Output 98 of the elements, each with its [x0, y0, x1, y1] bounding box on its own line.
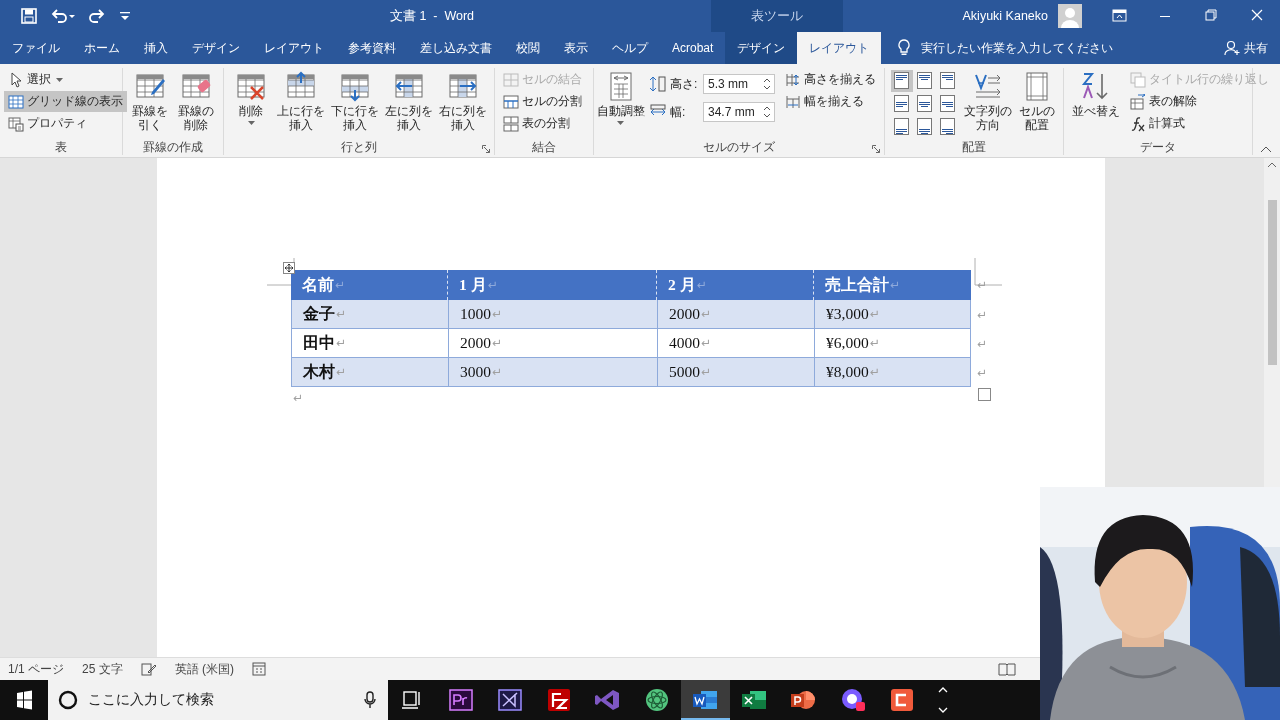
ribbon-tab[interactable]: 校閲	[504, 32, 552, 64]
group-label: 配置	[962, 139, 986, 155]
table-cell: 1000↵	[448, 300, 657, 329]
dialog-launcher-icon[interactable]	[872, 145, 880, 153]
table-cell: 木村↵	[291, 358, 448, 387]
word-count[interactable]: 25 文字	[82, 660, 123, 678]
column-header: 1 月↵	[448, 270, 657, 300]
table-cell: ¥6,000↵	[814, 329, 971, 358]
ribbon-button[interactable]: 文字列の 方向	[963, 68, 1013, 134]
table-cell: 4000↵	[657, 329, 814, 358]
ribbon-button[interactable]: 上に行を 挿入	[275, 68, 327, 134]
ribbon-tab[interactable]: ヘルプ	[600, 32, 660, 64]
language[interactable]: 英語 (米国)	[174, 660, 235, 678]
group-label: 結合	[532, 139, 556, 155]
ribbon-button[interactable]: プロパティ	[4, 113, 127, 134]
macro-icon[interactable]	[252, 662, 267, 676]
table-cell: 金子↵	[291, 300, 448, 329]
group-label: 行と列	[341, 139, 377, 155]
field-label: 高さ:	[670, 75, 699, 93]
group-label: データ	[1140, 139, 1176, 155]
customize-icon[interactable]	[119, 10, 131, 22]
group-label: 罫線の作成	[143, 139, 203, 155]
end-of-row-mark: ↵	[976, 277, 988, 294]
ribbon-button[interactable]: 並べ替え	[1068, 68, 1124, 120]
microphone-icon	[364, 691, 376, 709]
ribbon-button[interactable]: 罫線を 引く	[128, 68, 172, 134]
margin-mark	[974, 258, 1002, 286]
ribbon-button[interactable]: 削除	[229, 68, 273, 127]
scroll-thumb[interactable]	[1267, 200, 1277, 365]
end-of-row-mark: ↵	[976, 364, 988, 382]
undo-icon[interactable]	[51, 8, 75, 24]
document-app-icon[interactable]	[681, 680, 730, 720]
ribbon-button[interactable]: 選択	[4, 69, 127, 90]
group-label: 表	[55, 139, 67, 155]
column-header: 名前↵	[291, 270, 448, 300]
table-cell: ¥3,000↵	[814, 300, 971, 329]
table-cell: 5000↵	[657, 358, 814, 387]
ribbon-button[interactable]: 表の分割	[499, 113, 586, 134]
window-title: 文書 1 - Word	[388, 7, 476, 25]
ribbon-tab[interactable]: デザイン	[180, 32, 252, 64]
ribbon-tab[interactable]: ファイル	[0, 32, 72, 64]
ribbon-tab[interactable]: 参考資料	[336, 32, 408, 64]
field-label: 幅:	[670, 103, 687, 121]
ribbon-button[interactable]: 右に列を 挿入	[437, 68, 489, 134]
ribbon-tab[interactable]: Acrobat	[660, 32, 726, 64]
proofing-icon[interactable]	[140, 662, 157, 676]
lightbulb-icon	[897, 39, 912, 57]
page-count[interactable]: 1/1 ページ	[8, 660, 64, 678]
ribbon-tab[interactable]: レイアウト	[797, 32, 882, 64]
spin-field[interactable]: 5.3 mm	[703, 74, 775, 94]
ribbon-tab[interactable]: 差し込み文書	[408, 32, 504, 64]
user-name[interactable]: Akiyuki Kaneko	[962, 9, 1048, 23]
ribbon-button[interactable]: 幅を揃える	[781, 91, 880, 112]
ribbon-button[interactable]: セルの分割	[499, 91, 586, 112]
table-cell: 2000↵	[448, 329, 657, 358]
column-header: 売上合計↵	[814, 270, 971, 300]
ribbon-button[interactable]: 高さを揃える	[781, 69, 880, 90]
redo-icon[interactable]	[89, 8, 105, 24]
table-cell: 2000↵	[657, 300, 814, 329]
ribbon-button[interactable]: 自動調整	[598, 68, 643, 127]
ribbon-button[interactable]: 計算式	[1126, 113, 1273, 134]
share-button[interactable]: 共有	[1224, 32, 1280, 64]
read-mode-icon[interactable]	[998, 662, 1016, 676]
person-add-icon	[1224, 40, 1240, 56]
group-label: セルのサイズ	[703, 139, 775, 155]
ribbon-tab[interactable]: 表示	[552, 32, 600, 64]
table-resize-handle[interactable]	[978, 388, 991, 401]
end-of-row-mark: ↵	[976, 306, 988, 324]
row-height-icon	[649, 75, 667, 93]
ribbon-button[interactable]: 下に行を 挿入	[329, 68, 381, 134]
column-header: 2 月↵	[657, 270, 814, 300]
spinner-arrows-icon[interactable]	[763, 105, 771, 119]
taskbar-search-field[interactable]: ここに入力して検索	[48, 680, 388, 720]
collapse-ribbon-icon[interactable]	[1260, 145, 1272, 153]
dialog-launcher-icon[interactable]	[482, 145, 490, 153]
table-cell: ¥8,000↵	[814, 358, 971, 387]
ribbon-tab[interactable]: デザイン	[725, 32, 798, 64]
ribbon-button[interactable]: 左に列を 挿入	[383, 68, 435, 134]
table-move-handle-icon[interactable]	[283, 262, 295, 274]
align-button[interactable]	[891, 70, 913, 92]
ribbon-button[interactable]: 表の解除	[1126, 91, 1273, 112]
table-cell: 3000↵	[448, 358, 657, 387]
end-of-row-mark: ↵	[976, 335, 988, 353]
spinner-arrows-icon[interactable]	[763, 77, 771, 91]
ribbon-button[interactable]: グリッド線の表示	[4, 91, 127, 112]
tell-me-field[interactable]: 実行したい作業を入力してください	[881, 32, 1114, 64]
paragraph-mark: ↵	[292, 390, 304, 405]
ribbon-button[interactable]: 罫線の 削除	[174, 68, 218, 134]
ribbon-button[interactable]: セルの 配置	[1015, 68, 1059, 134]
table-cell: 田中↵	[291, 329, 448, 358]
ribbon-tab[interactable]: レイアウト	[252, 32, 336, 64]
cortana-icon	[58, 690, 78, 710]
context-title: 表ツール	[711, 0, 843, 32]
ribbon-tab[interactable]: ホーム	[72, 32, 132, 64]
scrollbar[interactable]	[1264, 158, 1280, 487]
save-icon[interactable]	[21, 8, 37, 24]
spin-field[interactable]: 34.7 mm	[703, 102, 775, 122]
ribbon-tab[interactable]: 挿入	[132, 32, 180, 64]
